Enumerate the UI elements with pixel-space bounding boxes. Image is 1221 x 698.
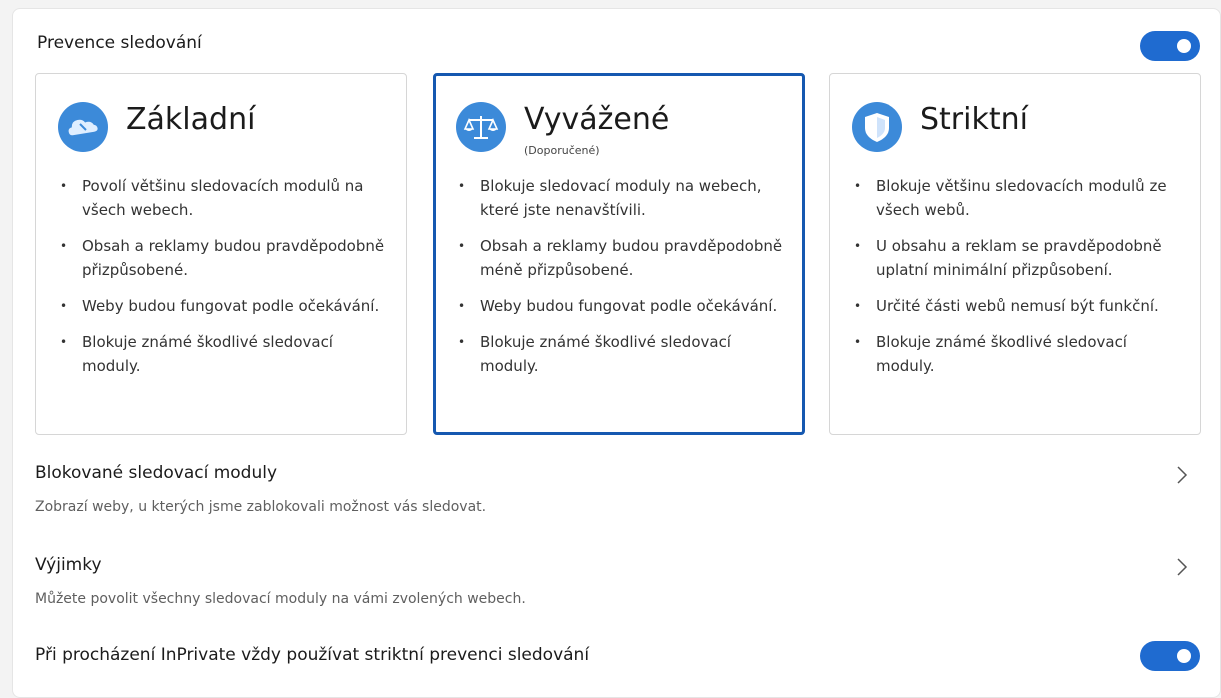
list-item: Blokuje většinu sledovacích modulů ze vš… [852, 174, 1186, 222]
card-balanced[interactable]: Vyvážené (Doporučené) Blokuje sledovací … [433, 73, 805, 435]
card-balanced-title: Vyvážené [524, 102, 670, 137]
shield-icon [852, 102, 902, 152]
list-item: U obsahu a reklam se pravděpodobně uplat… [852, 234, 1186, 282]
card-balanced-bullets: Blokuje sledovací moduly na webech, kter… [456, 174, 788, 390]
tracking-prevention-toggle[interactable] [1140, 31, 1200, 61]
blocked-trackers-row[interactable]: Blokované sledovací moduly Zobrazí weby,… [35, 463, 1200, 523]
chevron-right-icon [1177, 466, 1188, 484]
list-item: Blokuje známé škodlivé sledovací moduly. [456, 330, 788, 378]
inprivate-row: Při procházení InPrivate vždy používat s… [35, 641, 1200, 679]
list-item: Určité části webů nemusí být funkční. [852, 294, 1186, 318]
blocked-trackers-description: Zobrazí weby, u kterých jsme zablokovali… [35, 499, 487, 515]
list-item: Povolí většinu sledovacích modulů na vše… [58, 174, 392, 222]
inprivate-title: Při procházení InPrivate vždy používat s… [35, 645, 590, 665]
tracking-prevention-header: Prevence sledování [37, 31, 1200, 61]
list-item: Obsah a reklamy budou pravděpodobně méně… [456, 234, 788, 282]
list-item: Blokuje známé škodlivé sledovací moduly. [58, 330, 392, 378]
basic-cloud-icon [58, 102, 108, 152]
chevron-right-icon [1177, 558, 1188, 576]
exceptions-title: Výjimky [35, 555, 102, 575]
tracking-prevention-panel: Prevence sledování Základní Povolí větši… [12, 8, 1221, 698]
list-item: Weby budou fungovat podle očekávání. [58, 294, 392, 318]
card-basic-bullets: Povolí většinu sledovacích modulů na vše… [58, 174, 392, 390]
toggle-knob [1177, 649, 1191, 663]
list-item: Obsah a reklamy budou pravděpodobně přiz… [58, 234, 392, 282]
list-item: Blokuje známé škodlivé sledovací moduly. [852, 330, 1186, 378]
card-basic[interactable]: Základní Povolí většinu sledovacích modu… [35, 73, 407, 435]
inprivate-strict-toggle[interactable] [1140, 641, 1200, 671]
section-title: Prevence sledování [37, 33, 202, 53]
exceptions-description: Můžete povolit všechny sledovací moduly … [35, 591, 526, 607]
recommended-label: (Doporučené) [524, 144, 600, 157]
card-strict[interactable]: Striktní Blokuje většinu sledovacích mod… [829, 73, 1201, 435]
blocked-trackers-title: Blokované sledovací moduly [35, 463, 278, 483]
card-strict-bullets: Blokuje většinu sledovacích modulů ze vš… [852, 174, 1186, 390]
card-basic-title: Základní [126, 102, 256, 137]
card-strict-title: Striktní [920, 102, 1028, 137]
toggle-knob [1177, 39, 1191, 53]
list-item: Blokuje sledovací moduly na webech, kter… [456, 174, 788, 222]
balance-scale-icon [456, 102, 506, 152]
list-item: Weby budou fungovat podle očekávání. [456, 294, 788, 318]
exceptions-row[interactable]: Výjimky Můžete povolit všechny sledovací… [35, 555, 1200, 615]
